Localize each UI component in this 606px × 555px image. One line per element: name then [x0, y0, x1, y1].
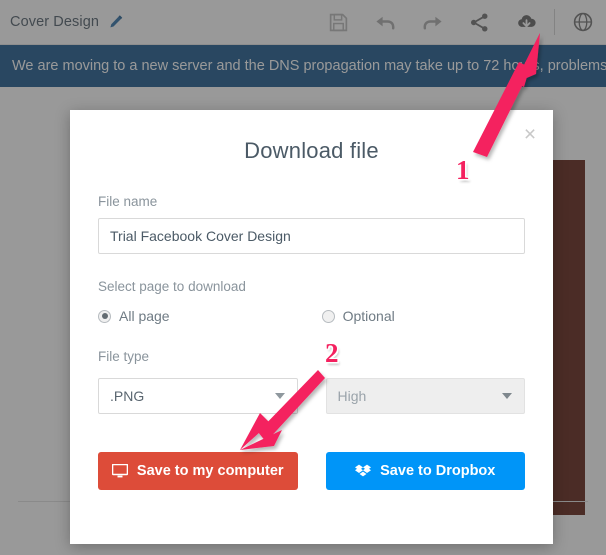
radio-label-all-page: All page: [119, 308, 170, 324]
save-to-dropbox-button[interactable]: Save to Dropbox: [325, 452, 525, 490]
save-to-dropbox-label: Save to Dropbox: [380, 463, 496, 479]
radio-option-optional[interactable]: Optional: [321, 308, 395, 324]
page-select-radio-group: All page Optional: [98, 308, 525, 324]
file-type-label: File type: [98, 349, 150, 364]
dialog-body: File name Select page to download All pa…: [70, 194, 553, 490]
page-select-label: Select page to download: [98, 279, 246, 294]
radio-option-all-page[interactable]: All page: [98, 308, 170, 324]
chevron-down-icon: [502, 393, 512, 399]
quality-select[interactable]: High: [325, 378, 525, 414]
download-file-dialog: × Download file File name Select page to…: [70, 110, 553, 544]
file-type-value: .PNG: [110, 388, 145, 404]
save-to-my-computer-button[interactable]: Save to my computer: [98, 452, 298, 490]
file-type-row: .PNG High: [98, 378, 525, 414]
monitor-icon: [111, 464, 128, 478]
save-to-my-computer-label: Save to my computer: [136, 463, 284, 479]
radio-label-optional: Optional: [342, 308, 395, 324]
file-name-input[interactable]: [98, 218, 525, 254]
dialog-title: Download file: [244, 138, 379, 163]
file-type-select[interactable]: .PNG: [98, 378, 298, 414]
radio-indicator-unselected: [321, 309, 335, 323]
quality-value: High: [337, 388, 367, 404]
radio-indicator-selected: [98, 309, 111, 323]
dropbox-icon: [355, 464, 372, 479]
app-root: Cover Design: [0, 0, 606, 555]
file-name-label: File name: [98, 194, 158, 209]
dialog-actions: Save to my computer Save to Dropbox: [98, 452, 525, 490]
close-icon[interactable]: ×: [519, 123, 541, 145]
chevron-down-icon: [274, 393, 285, 399]
